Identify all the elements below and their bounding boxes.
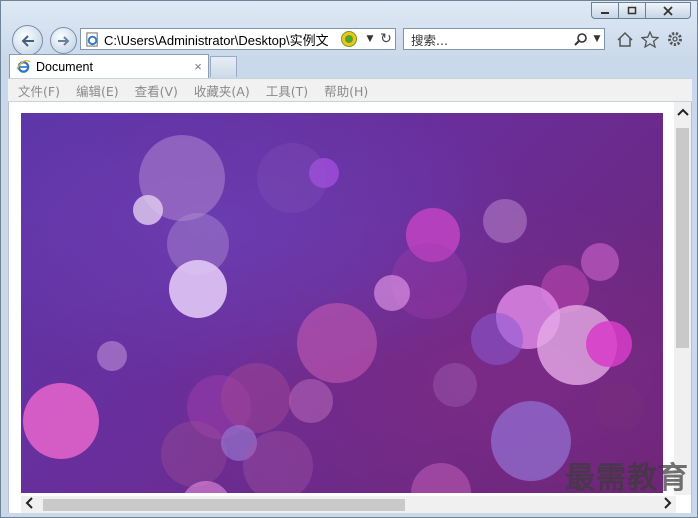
scroll-right-icon[interactable] (659, 497, 676, 512)
page-content (8, 102, 692, 513)
star-icon (641, 30, 659, 48)
arrow-right-icon (57, 35, 69, 46)
close-window-button[interactable] (645, 2, 691, 19)
search-box[interactable]: 搜索... ▼ (403, 28, 605, 50)
ie-logo-icon (16, 59, 31, 73)
bokeh-background-image (21, 113, 663, 493)
horizontal-scrollbar[interactable] (21, 496, 676, 513)
forward-button[interactable] (50, 27, 77, 54)
new-tab-button[interactable] (210, 56, 237, 77)
watermark-text: 最需教育 (565, 461, 689, 496)
back-button[interactable] (12, 25, 43, 56)
minimize-icon (601, 11, 609, 14)
vertical-scroll-thumb[interactable] (676, 128, 689, 348)
refresh-icon[interactable]: ↻ (377, 31, 395, 47)
search-placeholder[interactable]: 搜索... (411, 30, 574, 49)
vertical-scrollbar[interactable] (674, 102, 691, 495)
gear-icon (668, 32, 682, 46)
address-url[interactable]: C:\Users\Administrator\Desktop\实例文 (104, 30, 341, 49)
menu-favorites[interactable]: 收藏夹(A) (194, 81, 250, 100)
caption-buttons (591, 2, 691, 20)
favorites-button[interactable] (640, 29, 660, 49)
home-button[interactable] (615, 29, 635, 49)
home-icon (617, 31, 633, 47)
menu-help[interactable]: 帮助(H) (324, 81, 368, 100)
scroll-up-icon[interactable] (674, 106, 691, 120)
tab-close-icon[interactable]: × (188, 59, 208, 74)
tab-title: Document (36, 59, 93, 74)
minimize-button[interactable] (591, 2, 619, 19)
tab-document[interactable]: Document × (9, 54, 209, 78)
menu-bar: 文件(F) 编辑(E) 查看(V) 收藏夹(A) 工具(T) 帮助(H) (8, 78, 692, 102)
menu-edit[interactable]: 编辑(E) (76, 81, 119, 100)
browser-window: C:\Users\Administrator\Desktop\实例文 ▼ ↻ 搜… (0, 0, 698, 518)
address-bar[interactable]: C:\Users\Administrator\Desktop\实例文 ▼ ↻ (80, 28, 396, 50)
arrow-left-icon (21, 34, 34, 47)
search-icon[interactable] (574, 32, 590, 46)
menu-file[interactable]: 文件(F) (18, 81, 60, 100)
ie-page-icon (86, 31, 98, 47)
maximize-button[interactable] (618, 2, 646, 19)
menu-view[interactable]: 查看(V) (135, 81, 178, 100)
scroll-left-icon[interactable] (21, 497, 38, 512)
menu-tools[interactable]: 工具(T) (266, 81, 308, 100)
compatibility-icon[interactable] (341, 31, 357, 47)
close-icon (663, 5, 673, 16)
address-dropdown-icon[interactable]: ▼ (363, 34, 377, 44)
search-dropdown-icon[interactable]: ▼ (590, 34, 604, 44)
horizontal-scroll-thumb[interactable] (43, 499, 405, 511)
maximize-icon (627, 6, 637, 15)
tools-button[interactable] (665, 29, 685, 49)
